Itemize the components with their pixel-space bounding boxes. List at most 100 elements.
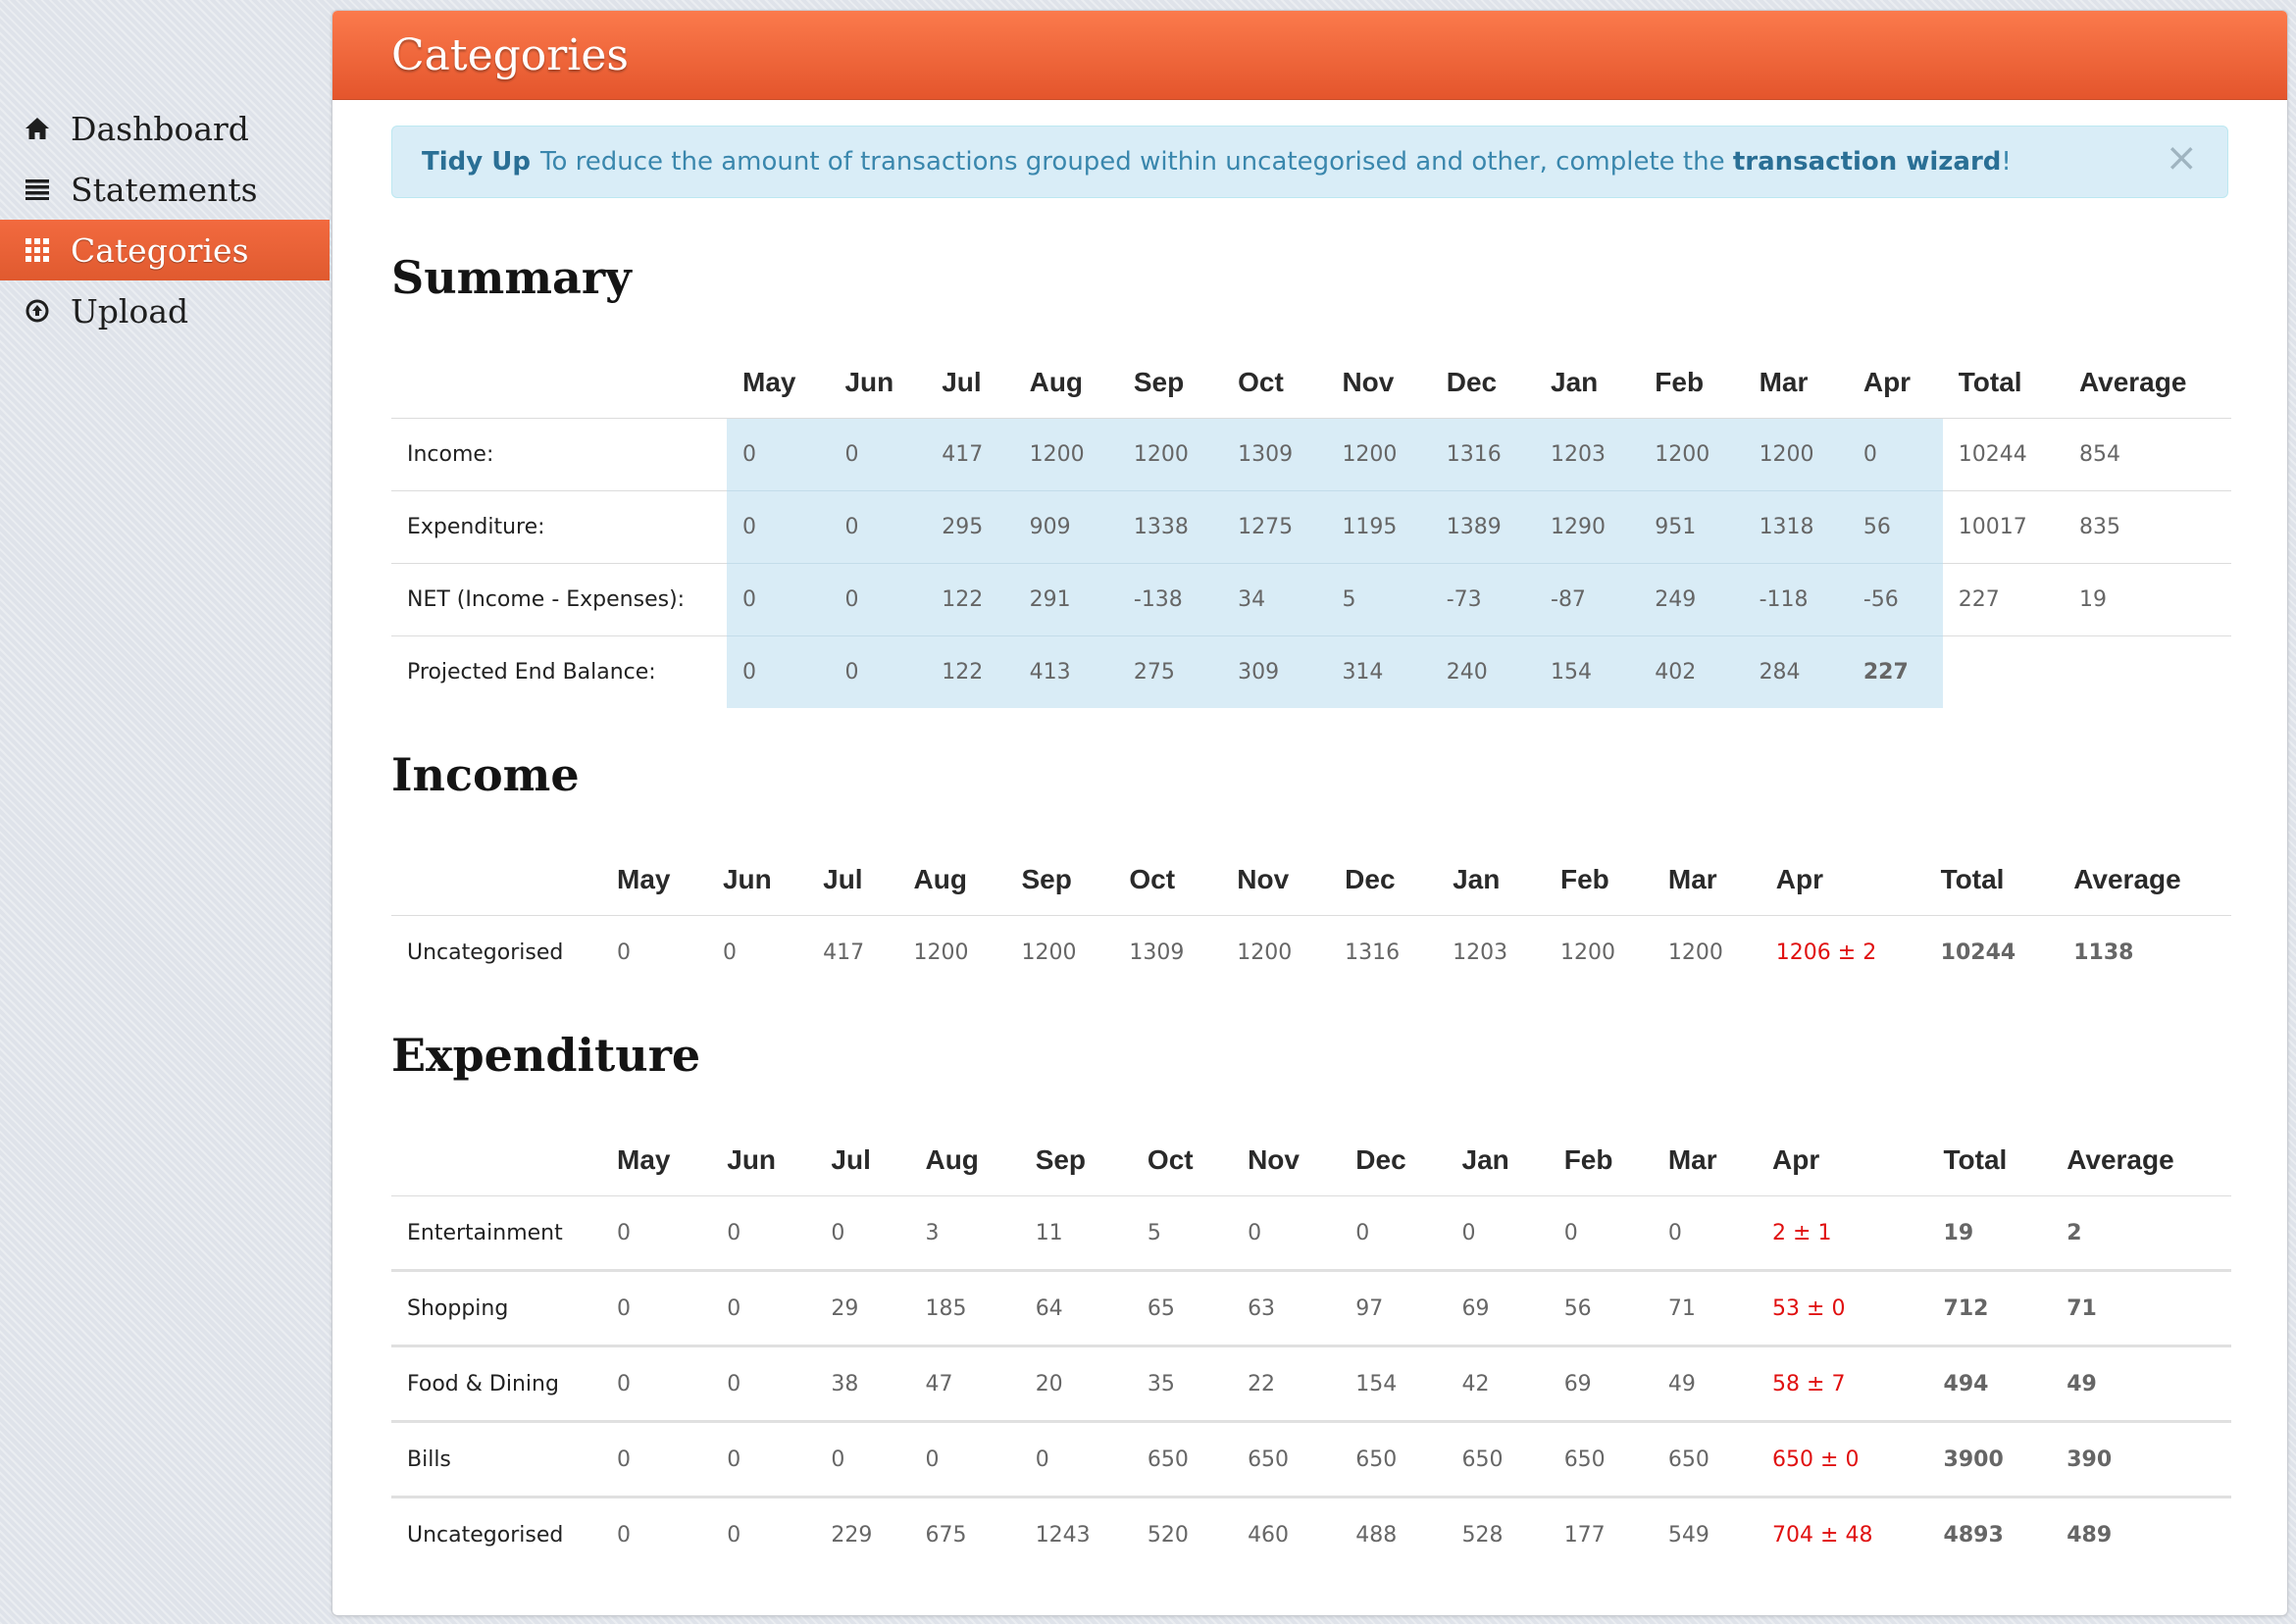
summary-header-month: May xyxy=(742,367,796,397)
summary-header-month: Apr xyxy=(1862,367,1912,397)
month-value: 275 xyxy=(1117,635,1223,708)
transaction-wizard-link[interactable]: transaction wizard xyxy=(1733,147,2002,177)
summary-header-month: Dec xyxy=(1446,367,1498,397)
summary-header-month: Aug xyxy=(1029,367,1084,397)
summary-header-month: Jul xyxy=(942,367,982,397)
month-value: 650 xyxy=(1355,1446,1398,1472)
month-value: 1309 xyxy=(1222,418,1327,491)
month-value: 1195 xyxy=(1326,490,1431,564)
month-value: 20 xyxy=(1035,1371,1063,1396)
summary-header-month: Feb xyxy=(1655,367,1705,397)
month-value: 549 xyxy=(1667,1522,1709,1548)
category-label: Entertainment xyxy=(407,1220,563,1245)
average-value: 854 xyxy=(2078,442,2120,467)
month-value: 1203 xyxy=(1535,418,1640,491)
month-value: 909 xyxy=(1013,490,1118,564)
month-value: 0 xyxy=(727,1371,741,1396)
month-value: -56 xyxy=(1847,563,1943,636)
average-value: 390 xyxy=(2066,1446,2113,1472)
month-value: 5 xyxy=(1326,563,1431,636)
month-value: 0 xyxy=(617,1295,631,1321)
month-value: 63 xyxy=(1248,1295,1276,1321)
month-value: 1243 xyxy=(1035,1522,1091,1548)
month-value: 309 xyxy=(1222,635,1327,708)
month-value: 64 xyxy=(1035,1295,1063,1321)
nav-item-categories[interactable]: Categories xyxy=(0,220,330,280)
close-icon[interactable]: × xyxy=(2165,138,2198,178)
month-value: 0 xyxy=(1248,1220,1262,1245)
month-value: 0 xyxy=(1461,1220,1476,1245)
expenditure-header-month: Jun xyxy=(727,1144,777,1175)
month-value: 1200 xyxy=(1117,418,1223,491)
income-header-month: Aug xyxy=(913,864,967,894)
month-value: 0 xyxy=(1355,1220,1370,1245)
month-value: 227 xyxy=(1847,635,1943,708)
month-value: 0 xyxy=(831,1220,845,1245)
summary-header-month: Jun xyxy=(844,367,894,397)
expenditure-header-month: Jul xyxy=(831,1144,871,1175)
expenditure-header-month: Dec xyxy=(1355,1144,1406,1175)
month-value: 1316 xyxy=(1345,939,1401,965)
nav-item-upload[interactable]: Upload xyxy=(0,280,330,341)
month-value: 650 xyxy=(1147,1446,1189,1472)
nav-label-categories: Categories xyxy=(71,230,249,270)
month-value: 1318 xyxy=(1743,490,1848,564)
expenditure-header-month: Oct xyxy=(1147,1144,1194,1175)
month-value: 97 xyxy=(1355,1295,1384,1321)
tidy-up-alert: Tidy Up To reduce the amount of transact… xyxy=(391,126,2228,198)
average-value: 1138 xyxy=(2073,939,2134,965)
table-row: Entertainment 0 0 0 3 11 5 0 0 0 0 0 2 ± 1 19 2 xyxy=(391,1196,2231,1271)
average-value: 71 xyxy=(2066,1295,2097,1321)
april-estimate: 53 ± 0 xyxy=(1772,1295,1846,1321)
month-value: 1275 xyxy=(1222,490,1327,564)
month-value: 69 xyxy=(1563,1371,1592,1396)
month-value: 35 xyxy=(1147,1371,1175,1396)
month-value: 154 xyxy=(1535,635,1640,708)
summary-header-average: Average xyxy=(2078,367,2187,397)
month-value: 951 xyxy=(1639,490,1744,564)
month-value: -138 xyxy=(1117,563,1223,636)
expenditure-header-month: Jan xyxy=(1461,1144,1509,1175)
expenditure-header-month: Feb xyxy=(1563,1144,1613,1175)
month-value: 1200 xyxy=(1667,939,1723,965)
summary-header-row: May Jun Jul Aug Sep Oct Nov Dec Jan Feb Mar Apr Tota… xyxy=(391,347,2231,419)
month-value: 314 xyxy=(1326,635,1431,708)
month-value: 1316 xyxy=(1430,418,1535,491)
summary-header-month: Oct xyxy=(1238,367,1284,397)
nav-label-upload: Upload xyxy=(71,291,189,330)
month-value: 0 xyxy=(727,490,830,564)
category-label: Shopping xyxy=(407,1295,509,1321)
total-value: 10244 xyxy=(1940,939,2016,965)
month-value: 0 xyxy=(617,939,631,965)
month-value: 229 xyxy=(831,1522,873,1548)
row-label: Projected End Balance: xyxy=(407,660,656,685)
total-value xyxy=(1943,636,2064,709)
total-value: 19 xyxy=(1943,1220,1974,1245)
income-header-month: Jan xyxy=(1453,864,1501,894)
month-value: 177 xyxy=(1563,1522,1606,1548)
month-value: 528 xyxy=(1461,1522,1504,1548)
nav-label-statements: Statements xyxy=(71,170,258,209)
april-estimate: 704 ± 48 xyxy=(1772,1522,1873,1548)
nav-item-statements[interactable]: Statements xyxy=(0,159,330,220)
upload-circle-icon xyxy=(24,297,51,325)
month-value: 1309 xyxy=(1129,939,1185,965)
month-value: 1389 xyxy=(1430,490,1535,564)
month-value: 675 xyxy=(925,1522,967,1548)
category-label: Food & Dining xyxy=(407,1371,559,1396)
month-value: 284 xyxy=(1743,635,1848,708)
month-value: 1200 xyxy=(1743,418,1848,491)
month-value: 0 xyxy=(617,1446,631,1472)
nav-item-dashboard[interactable]: Dashboard xyxy=(0,98,330,159)
income-header-month: Apr xyxy=(1775,864,1824,894)
month-value: 47 xyxy=(925,1371,953,1396)
month-value: 417 xyxy=(926,418,1014,491)
month-value: 0 xyxy=(1847,418,1943,491)
expenditure-header-month: Nov xyxy=(1248,1144,1300,1175)
summary-header-month: Nov xyxy=(1342,367,1395,397)
page-title: Categories xyxy=(391,29,629,80)
table-row: NET (Income - Expenses): 0 0 122 291 -138 34 5-… xyxy=(391,563,2231,636)
april-estimate: 58 ± 7 xyxy=(1772,1371,1846,1396)
month-value: 38 xyxy=(831,1371,859,1396)
month-value: 1200 xyxy=(913,939,969,965)
